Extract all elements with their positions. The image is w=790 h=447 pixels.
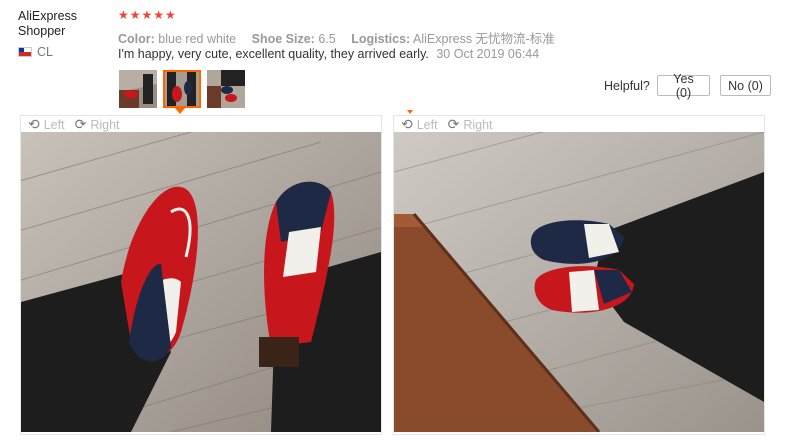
- active-photo-marker: [407, 110, 413, 114]
- rotate-left-label[interactable]: Left: [44, 118, 65, 132]
- rotate-left-icon[interactable]: ⟲: [28, 116, 40, 133]
- review-text: I'm happy, very cute, excellent quality,…: [118, 47, 429, 61]
- logistics-value: AliExpress 无忧物流-标准: [413, 32, 555, 46]
- rotate-controls: ⟲ Left ⟳ Right: [401, 116, 493, 133]
- photo-thumbnail[interactable]: [119, 70, 157, 108]
- review-date: 30 Oct 2019 06:44: [436, 47, 540, 61]
- chile-flag-icon: [18, 47, 32, 57]
- review-photo-1[interactable]: [21, 132, 381, 432]
- star-rating: ★★★★★: [118, 8, 177, 22]
- review-photo-2[interactable]: [394, 132, 764, 432]
- photo-thumbnail-selected[interactable]: [163, 70, 201, 108]
- rotate-left-label[interactable]: Left: [417, 118, 438, 132]
- reviewer-name: AliExpress Shopper: [18, 9, 78, 38]
- logistics-label: Logistics:: [351, 32, 411, 46]
- helpful-label: Helpful?: [604, 79, 650, 93]
- color-value: blue red white: [158, 32, 237, 46]
- rotate-right-label[interactable]: Right: [463, 118, 492, 132]
- rotate-left-icon[interactable]: ⟲: [401, 116, 413, 133]
- country-code: CL: [37, 45, 53, 59]
- size-label: Shoe Size:: [251, 32, 315, 46]
- sku-attributes: Color: blue red white Shoe Size: 6.5 Log…: [118, 28, 567, 47]
- size-value: 6.5: [318, 32, 336, 46]
- helpful-yes-button[interactable]: Yes (0): [657, 72, 710, 100]
- review-body: I'm happy, very cute, excellent quality,…: [118, 47, 539, 61]
- selected-thumbnail-caret: [175, 108, 185, 114]
- photo-thumbnail[interactable]: [207, 70, 245, 108]
- rotate-right-icon[interactable]: ⟳: [448, 116, 460, 133]
- rotate-right-label[interactable]: Right: [90, 118, 119, 132]
- color-label: Color:: [118, 32, 155, 46]
- rotate-controls: ⟲ Left ⟳ Right: [28, 116, 120, 133]
- reviewer-country: CL: [18, 45, 53, 59]
- rotate-right-icon[interactable]: ⟳: [75, 116, 87, 133]
- helpful-no-button[interactable]: No (0): [720, 75, 771, 96]
